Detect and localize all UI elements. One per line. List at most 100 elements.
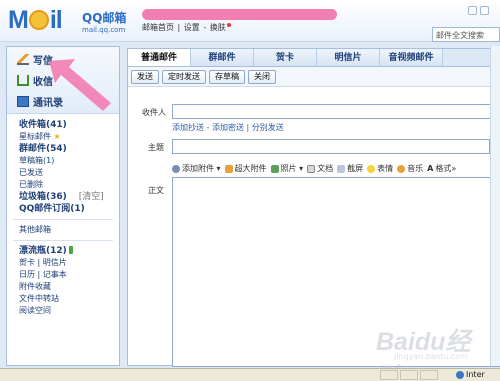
folder-attachments[interactable]: 附件收藏 (19, 281, 119, 293)
screenshot-icon (337, 164, 346, 173)
message-body-editor[interactable] (172, 177, 500, 367)
link-settings[interactable]: 设置 (184, 23, 200, 32)
folder-deleted[interactable]: 已删除 (19, 179, 119, 191)
status-cell (380, 370, 398, 380)
link-dash: - (203, 23, 207, 32)
mail-search-input[interactable]: 邮件全文搜索 (432, 27, 500, 42)
send-button[interactable]: 发送 (131, 70, 159, 84)
divider (13, 219, 113, 220)
inbox-icon (17, 75, 29, 86)
emoticon-label: 表情 (377, 164, 394, 173)
link-mail-home[interactable]: 邮箱首页 (142, 23, 174, 32)
folder-file-transfer[interactable]: 文件中转站 (19, 293, 119, 305)
new-dot-icon (226, 23, 231, 27)
photo-button[interactable]: 照片 ▾ (270, 163, 304, 174)
emoticon-icon (367, 164, 376, 173)
folder-drift-bottle[interactable]: 漂流瓶(12) (19, 245, 119, 257)
contacts-label: 通讯录 (33, 98, 63, 109)
large-attachment-button[interactable]: 超大附件 (224, 163, 267, 174)
document-label: 文档 (317, 164, 334, 173)
tab-greeting-card[interactable]: 贺卡 (254, 49, 317, 66)
screenshot-label: 截屏 (347, 164, 364, 173)
qq-mail-logo[interactable]: Mil QQ邮箱 mail.qq.com (8, 5, 132, 37)
contacts-button[interactable]: 通讯录 (17, 94, 63, 109)
bottle-icon (68, 246, 73, 254)
vertical-scrollbar[interactable] (490, 46, 500, 366)
folder-subscriptions[interactable]: QQ邮件订阅(1) (19, 203, 119, 215)
document-button[interactable]: 文档 (307, 163, 333, 174)
browser-status-bar: Inter (0, 368, 500, 381)
empty-spam-link[interactable]: [清空] (79, 192, 104, 202)
format-button[interactable]: A 格式» (427, 163, 456, 174)
save-draft-button[interactable]: 存草稿 (209, 70, 245, 84)
star-icon: ★ (53, 132, 61, 141)
large-attachment-icon (224, 164, 233, 173)
format-label: 格式» (435, 164, 457, 173)
folder-starred-label: 星标邮件 (19, 132, 51, 141)
tab-postcard[interactable]: 明信片 (317, 49, 380, 66)
folder-inbox[interactable]: 收件箱(41) (19, 119, 119, 131)
divider (13, 240, 113, 241)
window-icon[interactable] (468, 6, 477, 15)
receive-button[interactable]: 收信 (17, 73, 53, 88)
folder-drafts[interactable]: 草稿箱(1) (19, 155, 119, 167)
subject-label: 主题 (148, 143, 164, 152)
cc-bcc-links[interactable]: 添加抄送 - 添加密送 | 分别发送 (172, 122, 284, 133)
add-attachment-label: 添加附件 ▾ (182, 164, 221, 173)
large-attachment-label: 超大附件 (234, 164, 267, 173)
logo-word: Mil (8, 6, 63, 34)
close-button[interactable]: 关闭 (248, 70, 276, 84)
internet-zone-icon (456, 371, 464, 379)
folder-starred[interactable]: 星标邮件 ★ (19, 131, 119, 143)
folder-spam-label: 垃圾箱(36) (19, 192, 67, 202)
compose-button[interactable]: 写信 (17, 52, 53, 67)
folder-calendar[interactable]: 日历 | 记事本 (19, 269, 119, 281)
scheduled-send-button[interactable]: 定时发送 (162, 70, 206, 84)
recipient-input[interactable] (172, 104, 500, 119)
sidebar-actions: 写信 收信 通讯录 (7, 47, 119, 114)
help-icon[interactable] (480, 6, 489, 15)
compose-tabs: 普通邮件 群邮件 贺卡 明信片 音视频邮件 (128, 49, 500, 67)
top-links: 邮箱首页 | 设置 - 换肤 (142, 22, 232, 33)
format-icon: A (427, 164, 434, 173)
compose-toolbar: 发送 定时发送 存草稿 关闭 (128, 67, 500, 87)
screenshot-button[interactable]: 截屏 (337, 163, 363, 174)
folder-sent[interactable]: 已发送 (19, 167, 119, 179)
redacted-account-bar (142, 9, 337, 20)
pen-icon (17, 54, 29, 65)
tab-group-mail[interactable]: 群邮件 (191, 49, 254, 66)
logo-title: QQ邮箱 (82, 11, 127, 25)
receive-label: 收信 (33, 77, 53, 88)
body-label: 正文 (148, 186, 164, 195)
folder-spam[interactable]: 垃圾箱(36) [清空] (19, 191, 119, 203)
paperclip-icon (172, 164, 180, 173)
folder-cards[interactable]: 贺卡 | 明信片 (19, 257, 119, 269)
tab-av-mail[interactable]: 音视频邮件 (380, 49, 443, 66)
compose-panel: 普通邮件 群邮件 贺卡 明信片 音视频邮件 发送 定时发送 存草稿 关闭 收件人… (127, 48, 500, 367)
link-change-skin[interactable]: 换肤 (210, 23, 226, 32)
add-attachment-button[interactable]: 添加附件 ▾ (172, 163, 221, 174)
attachment-toolbar: 添加附件 ▾ 超大附件 照片 ▾ 文档 截屏 表情 音乐 A 格式» (172, 163, 500, 174)
folder-list: 收件箱(41) 星标邮件 ★ 群邮件(54) 草稿箱(1) 已发送 已删除 垃圾… (7, 114, 119, 317)
folder-reading-space[interactable]: 阅读空间 (19, 305, 119, 317)
header-bar: Mil QQ邮箱 mail.qq.com 邮箱首页 | 设置 - 换肤 邮件全文… (0, 0, 500, 42)
compose-label: 写信 (33, 56, 53, 67)
photo-label: 照片 ▾ (280, 164, 304, 173)
status-cell (420, 370, 438, 380)
status-cell (400, 370, 418, 380)
music-icon (397, 164, 406, 173)
recipient-label: 收件人 (142, 108, 166, 117)
drift-bottle-label: 漂流瓶(12) (19, 246, 67, 256)
document-icon (307, 164, 316, 173)
music-label: 音乐 (407, 164, 424, 173)
security-zone-label: Inter (466, 370, 485, 379)
sidebar: 写信 收信 通讯录 收件箱(41) 星标邮件 ★ 群邮件(54) 草稿箱(1) … (6, 46, 120, 366)
emoticon-button[interactable]: 表情 (367, 163, 393, 174)
folder-group-mail[interactable]: 群邮件(54) (19, 143, 119, 155)
photo-icon (270, 164, 279, 173)
link-divider: | (177, 23, 181, 32)
folder-other-mailboxes[interactable]: 其他邮箱 (19, 224, 119, 236)
tab-normal-mail[interactable]: 普通邮件 (128, 49, 191, 66)
subject-input[interactable] (172, 139, 490, 154)
music-button[interactable]: 音乐 (397, 163, 423, 174)
